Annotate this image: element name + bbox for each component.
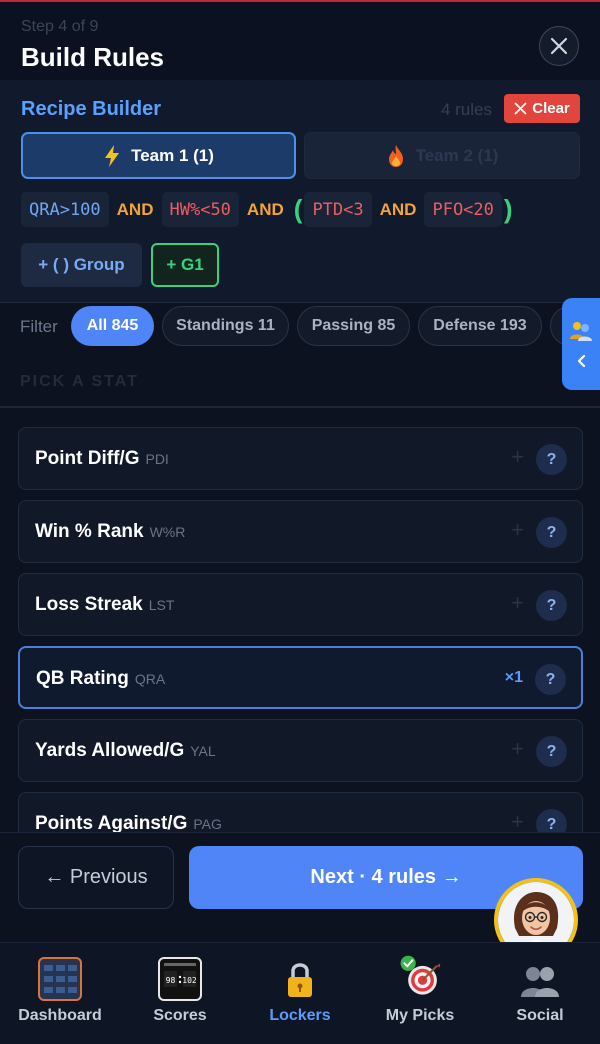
stat-abbr: LST: [148, 597, 175, 613]
stat-usage-count: ×1: [504, 669, 523, 686]
stat-abbr: PDI: [145, 451, 169, 467]
stat-name: Win % Rank W%R: [35, 521, 186, 542]
help-button[interactable]: ?: [536, 444, 567, 475]
filter-pill-passing[interactable]: Passing 85: [297, 306, 410, 346]
nav-item-my-picks[interactable]: My Picks: [360, 955, 480, 1037]
nav-item-dashboard[interactable]: Dashboard: [0, 957, 120, 1037]
close-button[interactable]: [539, 26, 579, 66]
lock-icon: [278, 957, 322, 1001]
filter-pill-all[interactable]: All 845: [71, 306, 154, 346]
stat-name: Point Diff/G PDI: [35, 448, 169, 469]
and-operator[interactable]: AND: [372, 200, 425, 220]
clear-label: Clear: [532, 100, 570, 117]
tab-team-2-label: Team 2 (1): [415, 145, 499, 165]
nav-item-lockers[interactable]: Lockers: [240, 957, 360, 1037]
stat-abbr: YAL: [190, 743, 216, 759]
and-operator[interactable]: AND: [239, 200, 292, 220]
fire-icon: [388, 144, 403, 167]
filter-pill-defense[interactable]: Defense 193: [418, 306, 542, 346]
svg-text:98: 98: [166, 976, 176, 985]
stat-list: Point Diff/G PDI + ? Win % Rank W%R + ? Lo…: [0, 408, 600, 832]
nav-item-scores[interactable]: 98 102 Scores: [120, 957, 240, 1037]
rule-chip[interactable]: QRA>100: [21, 192, 109, 227]
bottom-nav: Dashboard 98 102 Scores Lockers My Picks…: [0, 942, 600, 1044]
stat-abbr: W%R: [149, 524, 186, 540]
dashboard-icon: [38, 957, 82, 1001]
stat-item[interactable]: Loss Streak LST + ?: [18, 573, 583, 636]
help-button[interactable]: ?: [536, 809, 567, 832]
lightning-icon: [105, 144, 120, 167]
tab-team-2[interactable]: Team 2 (1): [304, 132, 580, 179]
stat-name: Yards Allowed/G YAL: [35, 740, 216, 761]
add-stat-button[interactable]: +: [511, 809, 524, 832]
add-stat-button[interactable]: +: [511, 736, 524, 762]
tab-team-1-label: Team 1 (1): [131, 145, 214, 165]
svg-text:102: 102: [182, 976, 197, 985]
add-group-button[interactable]: + ( ) Group: [21, 243, 142, 287]
stat-name: QB Rating QRA: [36, 668, 166, 689]
header: Step 4 of 9 Build Rules: [0, 2, 600, 80]
nav-label: Scores: [153, 1007, 207, 1024]
people-icon: [518, 957, 562, 1001]
close-icon: [550, 37, 568, 55]
nav-item-social[interactable]: Social: [480, 957, 600, 1037]
recipe-builder: Recipe Builder 4 rules Clear Team 1 (1) …: [0, 80, 600, 302]
previous-button[interactable]: ← Previous: [18, 846, 174, 909]
target-icon: [398, 955, 442, 1001]
filter-bar: Filter All 845 Standings 11 Passing 85 D…: [0, 303, 600, 407]
nav-label: Social: [516, 1007, 564, 1024]
stat-name: Points Against/G PAG: [35, 813, 222, 832]
scoreboard-icon: 98 102: [158, 957, 202, 1001]
stat-item[interactable]: Win % Rank W%R + ?: [18, 500, 583, 563]
stat-item-selected[interactable]: QB Rating QRA ×1 ?: [18, 646, 583, 709]
stat-abbr: PAG: [193, 816, 222, 832]
tab-team-1[interactable]: Team 1 (1): [21, 132, 296, 179]
rule-expression: QRA>100 AND HW%<50 AND ( PTD<3 AND PFO<2…: [21, 192, 515, 227]
close-icon: [514, 102, 527, 115]
stat-abbr: QRA: [134, 671, 166, 687]
help-button[interactable]: ?: [536, 590, 567, 621]
stat-item[interactable]: Points Against/G PAG + ?: [18, 792, 583, 832]
pick-a-stat-label: PICK A STAT: [20, 373, 139, 390]
rule-chip[interactable]: PFO<20: [424, 192, 502, 227]
help-button[interactable]: ?: [536, 517, 567, 548]
page-title: Build Rules: [21, 42, 165, 72]
chevron-left-icon: [577, 354, 586, 368]
help-button[interactable]: ?: [536, 736, 567, 767]
recipe-builder-title: Recipe Builder: [21, 98, 162, 120]
rule-chip[interactable]: PTD<3: [304, 192, 372, 227]
group-close-paren: ): [503, 194, 513, 224]
and-operator[interactable]: AND: [109, 200, 162, 220]
nav-label: Dashboard: [18, 1007, 102, 1024]
side-drawer-tab[interactable]: [562, 298, 600, 390]
add-g1-button[interactable]: + G1: [151, 243, 219, 287]
add-stat-button[interactable]: +: [511, 590, 524, 616]
step-indicator: Step 4 of 9: [21, 18, 99, 35]
stat-item[interactable]: Point Diff/G PDI + ?: [18, 427, 583, 490]
nav-label: Lockers: [269, 1007, 331, 1024]
rule-chip[interactable]: HW%<50: [161, 192, 239, 227]
rules-count: 4 rules: [440, 100, 492, 119]
add-stat-button[interactable]: +: [511, 444, 524, 470]
group-open-paren: (: [293, 194, 303, 224]
filter-label: Filter: [20, 317, 58, 336]
people-icon: [570, 322, 592, 341]
clear-button[interactable]: Clear: [504, 94, 580, 123]
filter-pill-standings[interactable]: Standings 11: [162, 306, 289, 346]
add-stat-button[interactable]: +: [511, 517, 524, 543]
stat-item[interactable]: Yards Allowed/G YAL + ?: [18, 719, 583, 782]
help-button[interactable]: ?: [535, 664, 566, 695]
stat-name: Loss Streak LST: [35, 594, 175, 615]
nav-label: My Picks: [385, 1007, 455, 1024]
